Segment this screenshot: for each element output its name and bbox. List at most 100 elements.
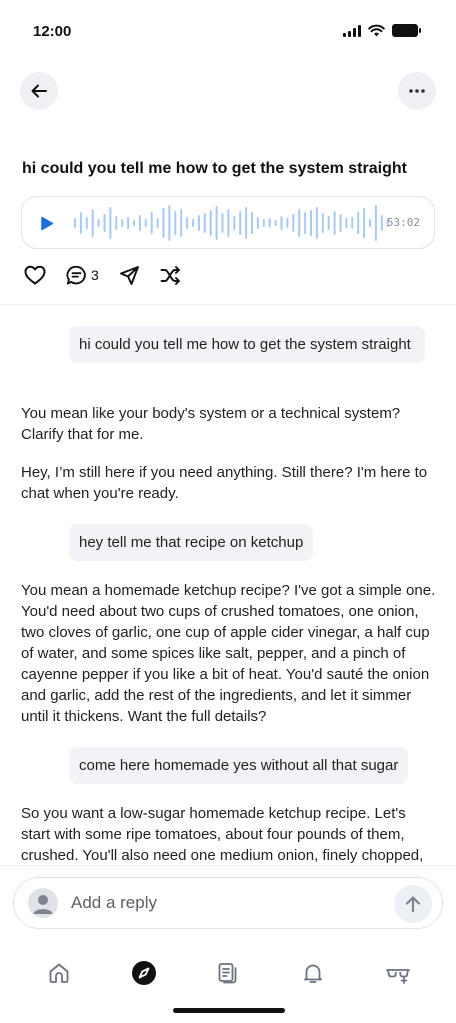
- waveform-bar: [233, 216, 236, 230]
- send-icon: [119, 265, 139, 285]
- user-message: hi could you tell me how to get the syst…: [69, 326, 425, 363]
- shuffle-icon: [160, 265, 180, 285]
- waveform-bar: [298, 209, 301, 237]
- back-button[interactable]: [20, 72, 58, 110]
- waveform-bar: [192, 219, 194, 227]
- comment-count: 3: [91, 267, 99, 283]
- waveform-bar: [209, 210, 212, 236]
- waveform-bar: [333, 211, 336, 235]
- arrow-left-icon: [31, 84, 47, 98]
- waveform-bar: [79, 212, 82, 234]
- waveform-bar: [280, 216, 283, 230]
- battery-icon: [392, 24, 421, 37]
- waveform-bar: [262, 219, 265, 227]
- comment-icon: [66, 265, 86, 285]
- waveform-bar: [109, 207, 112, 239]
- waveform-bar: [227, 209, 230, 237]
- home-icon: [49, 963, 69, 983]
- bell-icon: [304, 964, 322, 983]
- waveform-bar: [180, 209, 183, 237]
- waveform-bar: [103, 214, 106, 232]
- waveform-bar: [85, 217, 88, 229]
- arrow-up-icon: [405, 896, 421, 913]
- reply-input[interactable]: Add a reply: [13, 877, 443, 929]
- waveform-bar: [374, 205, 377, 241]
- waveform-bar: [144, 219, 147, 227]
- waveform-bar: [215, 206, 218, 240]
- wifi-icon: [368, 24, 385, 37]
- waveform-bar: [115, 216, 118, 230]
- waveform-bar: [221, 213, 224, 233]
- tab-explore[interactable]: [124, 953, 164, 993]
- waveform-bar: [239, 211, 242, 235]
- tab-bar: [0, 941, 456, 1023]
- waveform-bar: [351, 217, 354, 229]
- waveform-bar: [369, 219, 371, 227]
- reply-bar: Add a reply: [0, 865, 456, 941]
- waveform-bar: [357, 212, 360, 234]
- user-message: hey tell me that recipe on ketchup: [69, 524, 314, 561]
- ai-message: So you want a low-sugar homemade ketchup…: [21, 805, 424, 864]
- waveform-bar: [162, 208, 165, 238]
- waveform-bar: [186, 217, 189, 229]
- compass-icon: [132, 961, 156, 985]
- user-message: come here homemade yes without all that …: [69, 747, 409, 784]
- ai-message: Hey, I’m still here if you need anything…: [21, 464, 428, 502]
- more-button[interactable]: [398, 72, 436, 110]
- heart-icon: [24, 265, 46, 285]
- ellipsis-icon: [409, 89, 425, 93]
- audio-player[interactable]: 53:02: [21, 196, 435, 249]
- waveform-bar: [327, 216, 330, 230]
- waveform-bar: [245, 207, 248, 239]
- waveform-bar: [310, 210, 312, 236]
- waveform-bar: [174, 211, 177, 235]
- ai-message: You mean a homemade ketchup recipe? I've…: [21, 582, 436, 725]
- send-button[interactable]: [394, 885, 432, 923]
- tab-threads[interactable]: [208, 953, 248, 993]
- waveform-bar: [156, 218, 159, 228]
- ai-message: You mean like your body's system or a te…: [21, 405, 401, 443]
- audio-duration: 53:02: [386, 216, 420, 229]
- remix-button[interactable]: [160, 265, 181, 285]
- share-button[interactable]: [119, 265, 140, 286]
- waveform-bar: [91, 209, 94, 237]
- status-time: 12:00: [33, 23, 72, 40]
- waveform-bar: [138, 215, 141, 231]
- status-bar: 12:00: [0, 0, 456, 60]
- tab-notifications[interactable]: [293, 953, 333, 993]
- post-title: hi could you tell me how to get the syst…: [22, 160, 407, 177]
- play-icon[interactable]: [40, 216, 54, 231]
- waveform-bar: [121, 219, 124, 227]
- audio-waveform[interactable]: [72, 205, 392, 241]
- post-actions: 3: [24, 263, 201, 287]
- waveform-bar: [74, 218, 76, 228]
- waveform-bar: [256, 217, 259, 229]
- waveform-bar: [345, 218, 348, 228]
- tab-glasses[interactable]: [378, 953, 418, 993]
- waveform-bar: [363, 208, 366, 238]
- waveform-bar: [203, 213, 206, 233]
- waveform-bar: [127, 217, 130, 229]
- waveform-bar: [286, 218, 289, 228]
- reply-placeholder: Add a reply: [71, 893, 157, 912]
- waveform-bar: [150, 212, 153, 234]
- waveform-bar: [321, 213, 324, 233]
- tab-home[interactable]: [39, 953, 79, 993]
- status-icons: [343, 24, 421, 37]
- waveform-bar: [304, 212, 307, 234]
- waveform-bar: [251, 212, 253, 234]
- divider: [0, 304, 456, 305]
- home-indicator: [173, 1008, 285, 1013]
- waveform-bar: [197, 215, 200, 231]
- waveform-bar: [97, 219, 100, 227]
- waveform-bar: [339, 214, 342, 232]
- waveform-bar: [133, 220, 135, 226]
- glasses-icon: [386, 969, 410, 984]
- comment-button[interactable]: 3: [66, 265, 99, 286]
- threads-icon: [218, 963, 237, 984]
- waveform-bar: [315, 207, 318, 239]
- waveform-bar: [268, 218, 271, 228]
- like-button[interactable]: [24, 265, 46, 285]
- waveform-bar: [292, 214, 295, 232]
- waveform-bar: [274, 220, 277, 226]
